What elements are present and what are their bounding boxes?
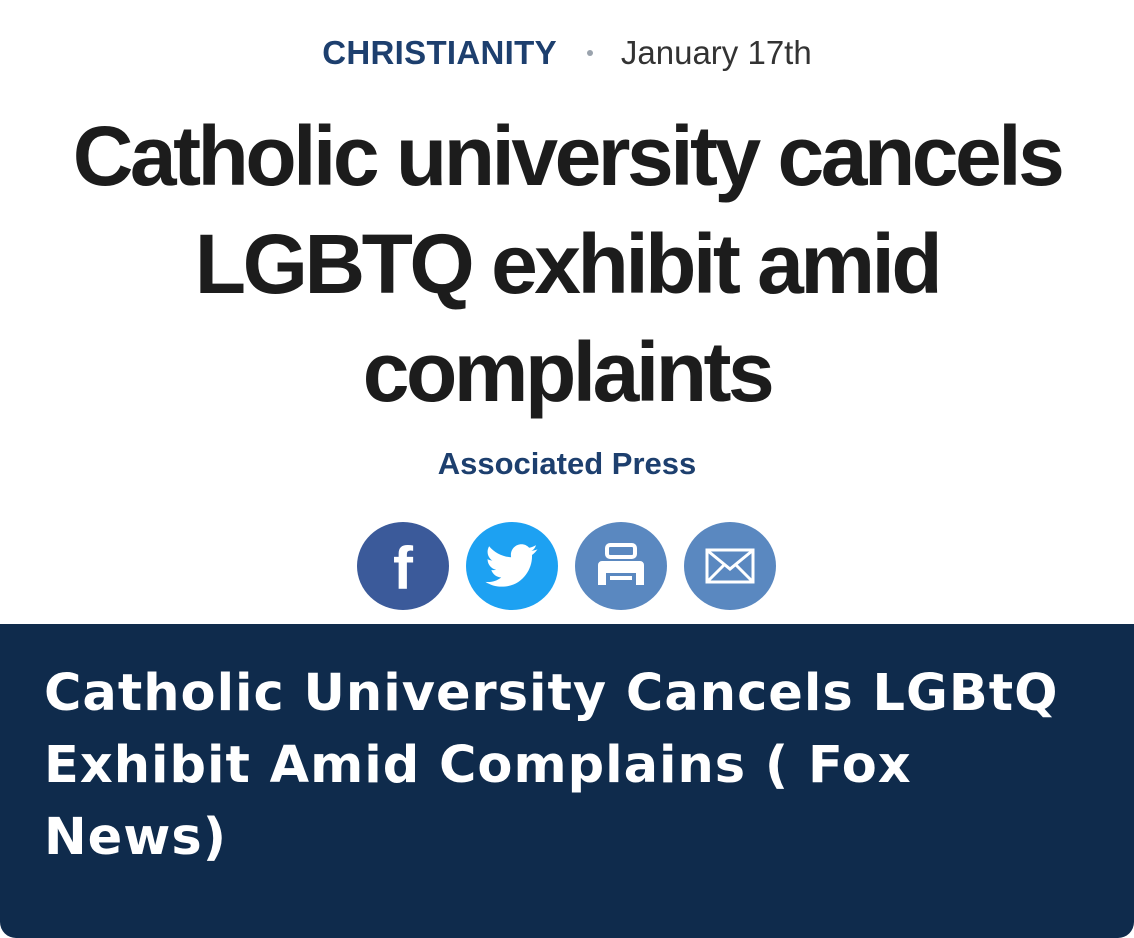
article-meta: CHRISTIANITY January 17th [0,30,1134,76]
byline-author[interactable]: Associated Press [0,443,1134,485]
twitter-icon [485,544,538,587]
caption-text: Catholic University Cancels LGBtQ Exhibi… [44,664,1059,867]
twitter-share-button[interactable] [466,522,558,610]
print-button[interactable] [575,522,667,610]
email-icon [705,548,755,584]
publish-date: January 17th [620,34,812,71]
email-share-button[interactable] [684,522,776,610]
share-bar: f [357,522,777,612]
article-headline: Catholic university cancels LGBTQ exhibi… [72,109,1065,419]
category-link[interactable]: CHRISTIANITY [322,34,557,71]
separator-dot [586,50,593,57]
caption-banner: Catholic University Cancels LGBtQ Exhibi… [0,624,1134,938]
facebook-icon: f [393,535,413,602]
print-icon [598,543,644,585]
facebook-share-button[interactable]: f [357,522,449,610]
